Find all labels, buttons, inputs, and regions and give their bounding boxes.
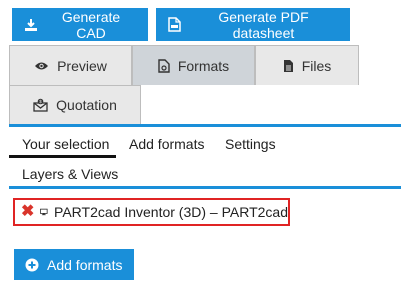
tab-formats-label: Formats (177, 57, 230, 74)
generate-pdf-label: Generate PDF datasheet (218, 8, 309, 41)
file-settings-icon (158, 58, 170, 73)
subtabs-divider (9, 186, 401, 189)
selected-format-item: ✖ PART2cad Inventor (3D) – PART2cad (13, 198, 290, 226)
plus-circle-icon (25, 258, 39, 271)
pdf-file-icon (168, 17, 181, 32)
tab-formats[interactable]: Formats (132, 45, 255, 85)
tab-preview-label: Preview (57, 57, 107, 74)
monitor-icon (40, 208, 48, 216)
envelope-icon: $ (33, 98, 48, 112)
download-icon (25, 18, 37, 31)
selected-format-label: PART2cad Inventor (3D) – PART2cad (54, 204, 288, 220)
eye-icon (35, 62, 49, 69)
tab-files[interactable]: Files (255, 45, 359, 85)
add-formats-button[interactable]: Add formats (14, 249, 134, 280)
file-icon (283, 59, 293, 72)
generate-cad-button[interactable]: Generate CAD (12, 8, 148, 41)
subtab-add-formats[interactable]: Add formats (129, 136, 204, 152)
active-subtab-underline (9, 155, 116, 158)
tab-files-label: Files (301, 57, 332, 74)
generate-cad-label: Generate CAD (61, 8, 121, 41)
tab-preview[interactable]: Preview (9, 45, 132, 85)
tab-quotation-label: Quotation (56, 97, 117, 113)
subtab-layers-views[interactable]: Layers & Views (22, 166, 118, 182)
add-formats-label: Add formats (47, 256, 123, 273)
remove-icon[interactable]: ✖ (21, 204, 34, 220)
generate-pdf-button[interactable]: Generate PDF datasheet (156, 8, 350, 41)
tabs-divider (9, 124, 401, 127)
tab-quotation[interactable]: $ Quotation (9, 85, 141, 124)
subtab-your-selection[interactable]: Your selection (22, 136, 109, 152)
subtab-settings[interactable]: Settings (225, 136, 276, 152)
